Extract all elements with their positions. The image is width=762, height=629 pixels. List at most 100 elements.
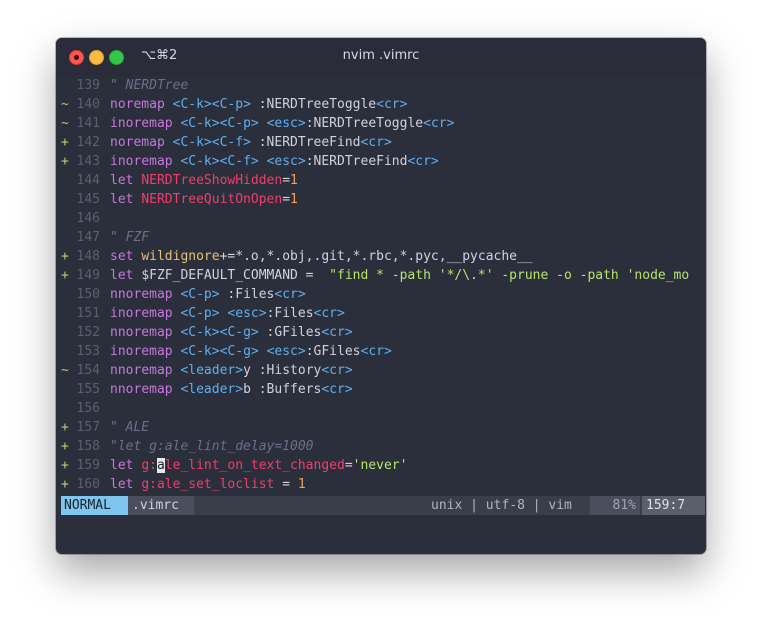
line-number: 145 (76, 192, 100, 207)
code-token: <cr> (376, 97, 408, 112)
code-token: :NERDTreeToggle (250, 97, 377, 112)
line-number: 152 (76, 325, 100, 340)
line-number: 148 (76, 249, 100, 264)
code-token: <cr> (321, 382, 353, 397)
code-token: let (110, 458, 142, 473)
line-number: 139 (76, 78, 100, 93)
code-token: :GFiles (305, 344, 361, 359)
line-number: 144 (76, 173, 100, 188)
code-line[interactable]: +157 " ALE (56, 418, 706, 437)
text-cursor: a (156, 458, 165, 473)
line-number: 147 (76, 230, 100, 245)
code-token: +=*.o,*.obj,.git,*.rbc,*.pyc,__pycache__ (219, 249, 533, 264)
code-line[interactable]: +149 let $FZF_DEFAULT_COMMAND = "find * -… (56, 266, 706, 285)
code-token: :NERDTreeFind (305, 154, 408, 169)
line-number: 143 (76, 154, 100, 169)
code-line[interactable]: 155 nnoremap <leader>b :Buffers<cr> (56, 380, 706, 399)
code-token: = (344, 458, 353, 473)
code-token: g: (141, 458, 157, 473)
code-line[interactable]: +143 inoremap <C-k><C-f> <esc>:NERDTreeFi… (56, 152, 706, 171)
code-token: $FZF_DEFAULT_COMMAND (141, 268, 298, 283)
code-line[interactable]: +148 set wildignore+=*.o,*.obj,.git,*.rbc… (56, 247, 706, 266)
cursor-position: 159:7 (642, 496, 705, 515)
scroll-percent: 81% (590, 496, 640, 515)
code-token: inoremap (110, 344, 181, 359)
line-code: nnoremap <C-p> :Files<cr> (110, 285, 704, 304)
code-token: let (110, 268, 142, 283)
code-line[interactable]: ~154 nnoremap <leader>y :History<cr> (56, 361, 706, 380)
line-number: 140 (76, 97, 100, 112)
code-token: " NERDTree (110, 78, 189, 93)
code-line[interactable]: +142 noremap <C-k><C-f> :NERDTreeFind<cr> (56, 133, 706, 152)
code-token: le_lint_on_text_changed (164, 458, 345, 473)
code-token: :Files (219, 287, 275, 302)
line-code: inoremap <C-p> <esc>:Files<cr> (110, 304, 704, 323)
code-token: <C-k><C-g> (180, 344, 259, 359)
code-line[interactable]: +159 let g:ale_lint_on_text_changed='neve… (56, 456, 706, 475)
code-token: inoremap (110, 116, 181, 131)
code-token: 1 (290, 173, 298, 188)
code-token: <cr> (321, 325, 353, 340)
code-line[interactable]: 156 (56, 399, 706, 418)
code-line[interactable]: 147 " FZF (56, 228, 706, 247)
line-code: let g:ale_lint_on_text_changed='never' (110, 456, 704, 475)
line-code: inoremap <C-k><C-p> <esc>:NERDTreeToggle… (110, 114, 704, 133)
code-line[interactable]: ~141 inoremap <C-k><C-p> <esc>:NERDTreeTo… (56, 114, 706, 133)
line-number: 155 (76, 382, 100, 397)
title-bar[interactable]: ⌥⌘2 nvim .vimrc (56, 38, 706, 76)
code-token: <esc> (266, 154, 306, 169)
code-line[interactable]: 146 (56, 209, 706, 228)
editor-buffer[interactable]: 139 " NERDTree ~140 noremap <C-k><C-p> :NER… (56, 76, 706, 494)
code-line[interactable]: +160 let g:ale_set_loclist = 1 (56, 475, 706, 494)
line-code: let NERDTreeQuitOnOpen=1 (110, 190, 704, 209)
line-number: 156 (76, 401, 100, 416)
line-number: 151 (76, 306, 100, 321)
line-number: 159 (76, 458, 100, 473)
line-code: set wildignore+=*.o,*.obj,.git,*.rbc,*.p… (110, 247, 704, 266)
code-line[interactable]: 144 let NERDTreeShowHidden=1 (56, 171, 706, 190)
code-token: nnoremap (110, 325, 181, 340)
code-line[interactable]: 150 nnoremap <C-p> :Files<cr> (56, 285, 706, 304)
line-code: " ALE (110, 418, 704, 437)
line-number: 142 (76, 135, 100, 150)
code-token: NERDTreeShowHidden (141, 173, 283, 188)
code-token: <cr> (360, 344, 392, 359)
code-token: = (282, 173, 291, 188)
code-line[interactable]: ~140 noremap <C-k><C-p> :NERDTreeToggle<c… (56, 95, 706, 114)
line-code: nnoremap <C-k><C-g> :GFiles<cr> (110, 323, 704, 342)
line-number: 157 (76, 420, 100, 435)
code-token: <leader> (180, 382, 244, 397)
code-token: b :Buffers (243, 382, 322, 397)
line-code: nnoremap <leader>b :Buffers<cr> (110, 380, 704, 399)
code-token: <C-k><C-g> (180, 325, 259, 340)
code-line[interactable]: 152 nnoremap <C-k><C-g> :GFiles<cr> (56, 323, 706, 342)
line-code: "let g:ale_lint_delay=1000 (110, 437, 704, 456)
code-line[interactable]: +158 "let g:ale_lint_delay=1000 (56, 437, 706, 456)
code-line[interactable]: 139 " NERDTree (56, 76, 706, 95)
code-token: <cr> (407, 154, 439, 169)
code-token: inoremap (110, 154, 181, 169)
line-code: nnoremap <leader>y :History<cr> (110, 361, 704, 380)
code-line[interactable]: 153 inoremap <C-k><C-g> <esc>:GFiles<cr> (56, 342, 706, 361)
code-token: <esc> (266, 116, 306, 131)
line-number: 158 (76, 439, 100, 454)
code-token: <C-k><C-f> (172, 135, 251, 150)
code-token: "find * -path '*/\.*' -prune -o -path 'n… (321, 268, 690, 283)
line-code: inoremap <C-k><C-g> <esc>:GFiles<cr> (110, 342, 704, 361)
code-token: " ALE (110, 420, 150, 435)
code-token: 1 (297, 477, 306, 492)
code-token: set (110, 249, 142, 264)
code-token: inoremap (110, 306, 181, 321)
line-number: 153 (76, 344, 100, 359)
code-line[interactable]: 151 inoremap <C-p> <esc>:Files<cr> (56, 304, 706, 323)
code-token: <cr> (360, 135, 392, 150)
line-code: " NERDTree (110, 76, 704, 95)
code-token: :Files (266, 306, 314, 321)
code-token: 'never' (352, 458, 408, 473)
code-token: noremap (110, 135, 173, 150)
code-token: 1 (290, 192, 298, 207)
code-line[interactable]: 145 let NERDTreeQuitOnOpen=1 (56, 190, 706, 209)
line-number: 154 (76, 363, 100, 378)
code-token: " FZF (110, 230, 150, 245)
